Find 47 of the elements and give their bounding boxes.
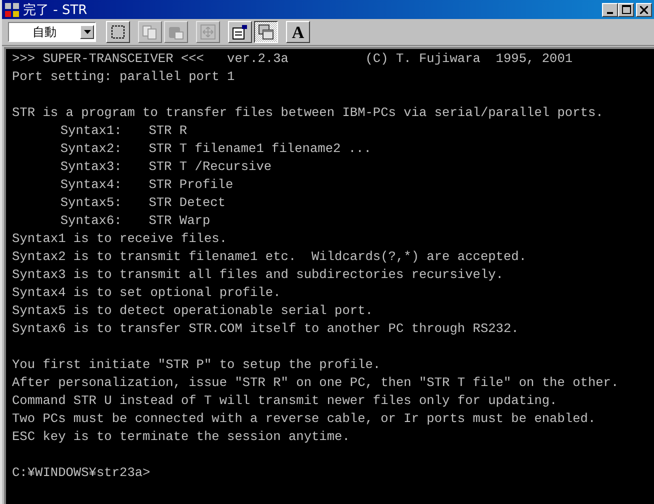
close-button[interactable] [636,2,652,16]
console-text: STR Profile [148,177,234,192]
minimize-button[interactable] [602,2,618,16]
console-text: Syntax2: [60,140,123,158]
background-button[interactable] [254,21,278,43]
window-title: 完了 - STR [23,2,88,18]
console-text: After personalization, issue "STR R" on one PC, then "STR T file" on the other. [12,375,619,390]
console-text: ESC key is to terminate the session anytime. [12,429,350,444]
dashed-rectangle-icon [110,24,126,40]
ms-dos-icon [4,2,20,18]
console-text: Syntax6 is to transfer STR.COM itself to another PC through RS232. [12,321,519,336]
console-text: Syntax1: [60,122,123,140]
copy-icon [142,24,158,40]
properties-button[interactable] [228,21,252,43]
move-arrows-icon [200,24,216,40]
console-text: STR Warp [148,213,210,228]
console-text: Syntax3: [60,158,123,176]
close-icon [640,6,648,14]
console-text: Port setting: parallel port 1 [12,69,235,84]
command-prompt: C:¥WINDOWS¥str23a> [12,465,150,480]
properties-icon [232,24,248,40]
overlapping-windows-icon [258,24,274,40]
console-text: Syntax5: [60,194,123,212]
console-text: STR Detect [148,195,226,210]
console-text: >>> SUPER-TRANSCEIVER <<< ver.2.3a (C) T. Fujiwara 1995, 2001 [12,51,573,66]
mark-button[interactable] [106,21,130,43]
console-text: Syntax5 is to detect operationable serial port. [12,303,373,318]
caret-icon [84,30,90,34]
console-text: Syntax4 is to set optional profile. [12,285,281,300]
font-size-dropdown[interactable]: 自動 [8,22,96,42]
console-text: Syntax2 is to transmit filename1 etc. Wildcards(?,*) are accepted. [12,249,527,264]
maximize-button[interactable] [618,2,634,16]
console-text: Two PCs must be connected with a reverse cable, or Ir ports must be enabled. [12,411,596,426]
console-text: Command STR U instead of T will transmit newer files only for updating. [12,393,558,408]
console-text: STR T filename1 filename2 ... [148,141,372,156]
font-button[interactable]: A [286,21,310,43]
console-text: STR T /Recursive [148,159,272,174]
console-text: Syntax4: [60,176,123,194]
console-text: Syntax6: [60,212,123,230]
minimize-icon [607,12,613,14]
console-text: STR is a program to transfer files between IBM-PCs via serial/parallel ports. [12,105,604,120]
console-text: Syntax3 is to transmit all files and subdirectories recursively. [12,267,504,282]
console-text: You first initiate "STR P" to setup the profile. [12,357,381,372]
console-text: STR R [148,123,188,138]
paste-icon [168,24,184,40]
maximize-icon [622,5,630,14]
console-text: Syntax1 is to receive files. [12,231,228,246]
